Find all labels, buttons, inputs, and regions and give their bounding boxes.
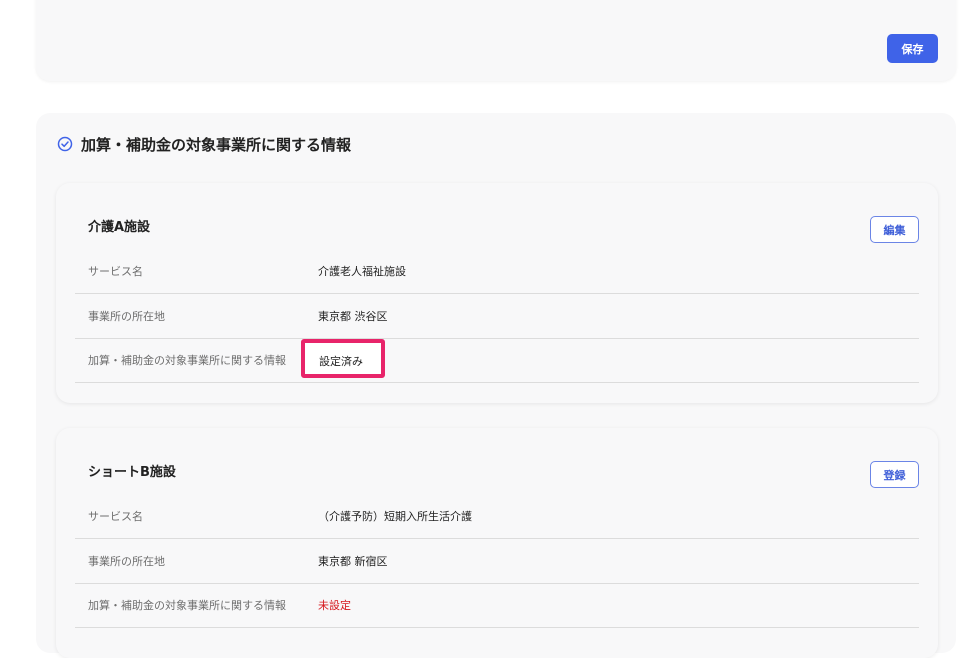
check-circle-icon <box>57 136 73 152</box>
subsidy-label: 加算・補助金の対象事業所に関する情報 <box>88 599 286 612</box>
location-value: 東京都 新宿区 <box>318 555 388 568</box>
subsidy-label: 加算・補助金の対象事業所に関する情報 <box>88 354 286 367</box>
subsidy-status-value: 未設定 <box>318 599 351 612</box>
location-label: 事業所の所在地 <box>88 310 165 323</box>
section-title: 加算・補助金の対象事業所に関する情報 <box>81 135 352 154</box>
location-label: 事業所の所在地 <box>88 555 165 568</box>
edit-button[interactable]: 編集 <box>870 216 919 243</box>
facility-card: ショートB施設 登録 サービス名 （介護予防）短期入所生活介護 事業所の所在地 … <box>56 428 938 658</box>
subsidy-status-highlight: 設定済み <box>301 339 385 378</box>
register-button[interactable]: 登録 <box>870 461 919 488</box>
save-button[interactable]: 保存 <box>887 34 938 63</box>
settings-card <box>36 0 956 81</box>
service-row: サービス名 介護老人福祉施設 <box>75 249 919 294</box>
facility-name: ショートB施設 <box>88 465 176 480</box>
subsidy-row: 加算・補助金の対象事業所に関する情報 未設定 <box>75 583 919 628</box>
section-header: 加算・補助金の対象事業所に関する情報 <box>57 132 351 156</box>
service-label: サービス名 <box>88 510 143 523</box>
service-row: サービス名 （介護予防）短期入所生活介護 <box>75 494 919 539</box>
location-row: 事業所の所在地 東京都 新宿区 <box>75 539 919 584</box>
location-value: 東京都 渋谷区 <box>318 310 388 323</box>
service-value: （介護予防）短期入所生活介護 <box>318 510 472 523</box>
location-row: 事業所の所在地 東京都 渋谷区 <box>75 294 919 339</box>
subsidy-row: 加算・補助金の対象事業所に関する情報 <box>75 338 919 383</box>
facility-card: 介護A施設 編集 サービス名 介護老人福祉施設 事業所の所在地 東京都 渋谷区 … <box>56 183 938 403</box>
service-label: サービス名 <box>88 265 143 278</box>
service-value: 介護老人福祉施設 <box>318 265 406 278</box>
subsidy-status-value: 設定済み <box>319 355 363 368</box>
facility-name: 介護A施設 <box>88 220 151 235</box>
